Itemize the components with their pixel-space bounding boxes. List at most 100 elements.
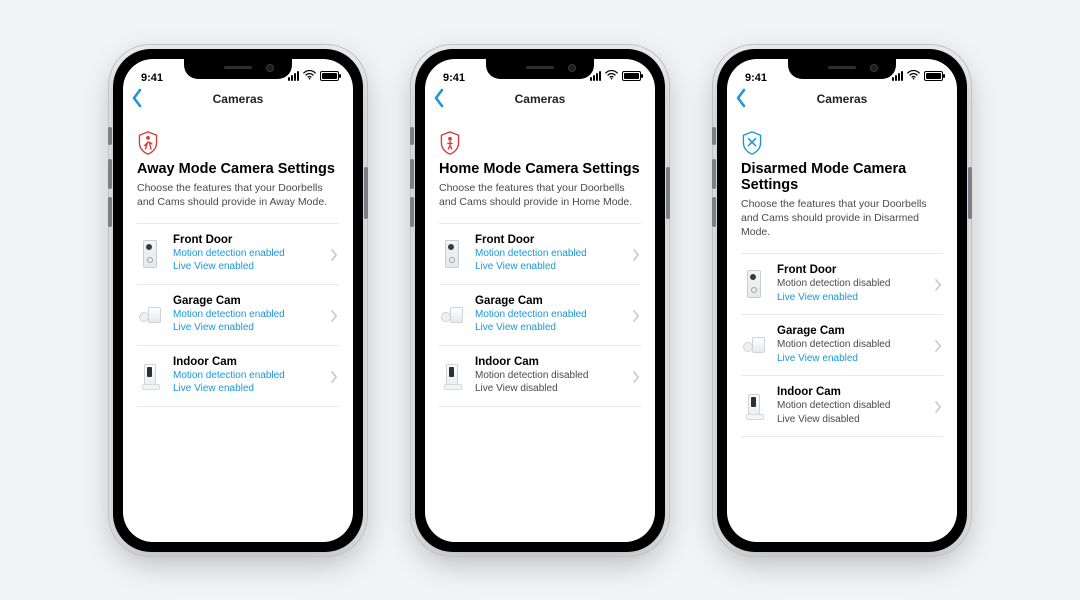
device-row[interactable]: Front DoorMotion detection disabledLive … <box>741 254 943 315</box>
device-name: Garage Cam <box>777 325 925 337</box>
chevron-right-icon <box>633 370 641 382</box>
nav-title: Cameras <box>817 92 868 106</box>
page-subtitle: Choose the features that your Doorbells … <box>137 181 339 209</box>
chevron-right-icon <box>935 339 943 351</box>
lock-button <box>364 167 368 219</box>
device-thumb <box>137 238 163 270</box>
page-title: Disarmed Mode Camera Settings <box>741 161 943 193</box>
volume-down-button <box>108 197 112 227</box>
nav-bar: Cameras <box>425 85 655 113</box>
device-row[interactable]: Indoor CamMotion detection disabledLive … <box>439 346 641 407</box>
motion-status: Motion detection enabled <box>173 308 321 322</box>
back-button[interactable] <box>131 88 153 110</box>
battery-icon <box>622 71 641 81</box>
page-title: Home Mode Camera Settings <box>439 161 641 177</box>
screen: 9:41 Cameras Home Mode Camera Settings Choo… <box>425 59 655 542</box>
lock-button <box>666 167 670 219</box>
status-time: 9:41 <box>141 72 163 85</box>
device-row[interactable]: Indoor CamMotion detection disabledLive … <box>741 376 943 437</box>
device-info: Indoor CamMotion detection disabledLive … <box>777 386 925 426</box>
nav-bar: Cameras <box>727 85 957 113</box>
wifi-icon <box>907 70 920 83</box>
cellular-signal-icon <box>892 71 903 81</box>
device-thumb <box>741 268 767 300</box>
liveview-status: Live View enabled <box>173 382 321 396</box>
device-thumb <box>137 299 163 331</box>
lock-button <box>968 167 972 219</box>
liveview-status: Live View enabled <box>777 352 925 366</box>
liveview-status: Live View enabled <box>173 260 321 274</box>
notch <box>788 59 896 79</box>
device-info: Garage CamMotion detection enabledLive V… <box>475 295 623 335</box>
liveview-status: Live View disabled <box>475 382 623 396</box>
device-info: Indoor CamMotion detection disabledLive … <box>475 356 623 396</box>
nav-title: Cameras <box>213 92 264 106</box>
device-name: Indoor Cam <box>173 356 321 368</box>
device-row[interactable]: Front DoorMotion detection enabledLive V… <box>137 224 339 285</box>
silence-switch <box>410 127 414 145</box>
chevron-right-icon <box>935 400 943 412</box>
device-name: Front Door <box>777 264 925 276</box>
away-mode-icon <box>137 131 157 151</box>
device-name: Front Door <box>173 234 321 246</box>
device-row[interactable]: Front DoorMotion detection enabledLive V… <box>439 224 641 285</box>
motion-status: Motion detection disabled <box>777 338 925 352</box>
screen: 9:41 Cameras Away Mode Camera Settings Choo… <box>123 59 353 542</box>
chevron-right-icon <box>935 278 943 290</box>
device-list: Front DoorMotion detection enabledLive V… <box>439 223 641 407</box>
page-subtitle: Choose the features that your Doorbells … <box>439 181 641 209</box>
device-thumb <box>439 238 465 270</box>
device-thumb <box>741 390 767 422</box>
liveview-status: Live View enabled <box>475 260 623 274</box>
liveview-status: Live View enabled <box>173 321 321 335</box>
content: Away Mode Camera Settings Choose the feat… <box>123 113 353 407</box>
chevron-right-icon <box>331 248 339 260</box>
volume-down-button <box>410 197 414 227</box>
device-info: Front DoorMotion detection enabledLive V… <box>475 234 623 274</box>
chevron-right-icon <box>633 309 641 321</box>
motion-status: Motion detection enabled <box>173 369 321 383</box>
page-title: Away Mode Camera Settings <box>137 161 339 177</box>
device-info: Front DoorMotion detection enabledLive V… <box>173 234 321 274</box>
cellular-signal-icon <box>590 71 601 81</box>
notch <box>184 59 292 79</box>
stage: 9:41 Cameras Away Mode Camera Settings Choo… <box>0 0 1080 600</box>
disarmed-mode-icon <box>741 131 761 151</box>
device-row[interactable]: Garage CamMotion detection enabledLive V… <box>137 285 339 346</box>
device-info: Garage CamMotion detection disabledLive … <box>777 325 925 365</box>
back-button[interactable] <box>735 88 757 110</box>
wifi-icon <box>303 70 316 83</box>
battery-icon <box>320 71 339 81</box>
battery-icon <box>924 71 943 81</box>
device-row[interactable]: Indoor CamMotion detection enabledLive V… <box>137 346 339 407</box>
motion-status: Motion detection enabled <box>475 247 623 261</box>
device-thumb <box>439 299 465 331</box>
motion-status: Motion detection enabled <box>475 308 623 322</box>
motion-status: Motion detection disabled <box>475 369 623 383</box>
device-list: Front DoorMotion detection enabledLive V… <box>137 223 339 407</box>
status-time: 9:41 <box>443 72 465 85</box>
device-row[interactable]: Garage CamMotion detection disabledLive … <box>741 315 943 376</box>
content: Disarmed Mode Camera SettingsChoose the … <box>727 113 957 438</box>
chevron-right-icon <box>633 248 641 260</box>
device-info: Indoor CamMotion detection enabledLive V… <box>173 356 321 396</box>
device-row[interactable]: Garage CamMotion detection enabledLive V… <box>439 285 641 346</box>
silence-switch <box>108 127 112 145</box>
status-time: 9:41 <box>745 72 767 85</box>
silence-switch <box>712 127 716 145</box>
device-name: Indoor Cam <box>777 386 925 398</box>
device-name: Garage Cam <box>475 295 623 307</box>
back-button[interactable] <box>433 88 455 110</box>
nav-title: Cameras <box>515 92 566 106</box>
device-list: Front DoorMotion detection disabledLive … <box>741 253 943 437</box>
device-info: Garage CamMotion detection enabledLive V… <box>173 295 321 335</box>
nav-bar: Cameras <box>123 85 353 113</box>
volume-up-button <box>108 159 112 189</box>
liveview-status: Live View enabled <box>475 321 623 335</box>
screen: 9:41 Cameras Disarmed Mode Camera Settings… <box>727 59 957 542</box>
motion-status: Motion detection disabled <box>777 399 925 413</box>
device-thumb <box>741 329 767 361</box>
wifi-icon <box>605 70 618 83</box>
liveview-status: Live View enabled <box>777 291 925 305</box>
content: Home Mode Camera Settings Choose the feat… <box>425 113 655 407</box>
